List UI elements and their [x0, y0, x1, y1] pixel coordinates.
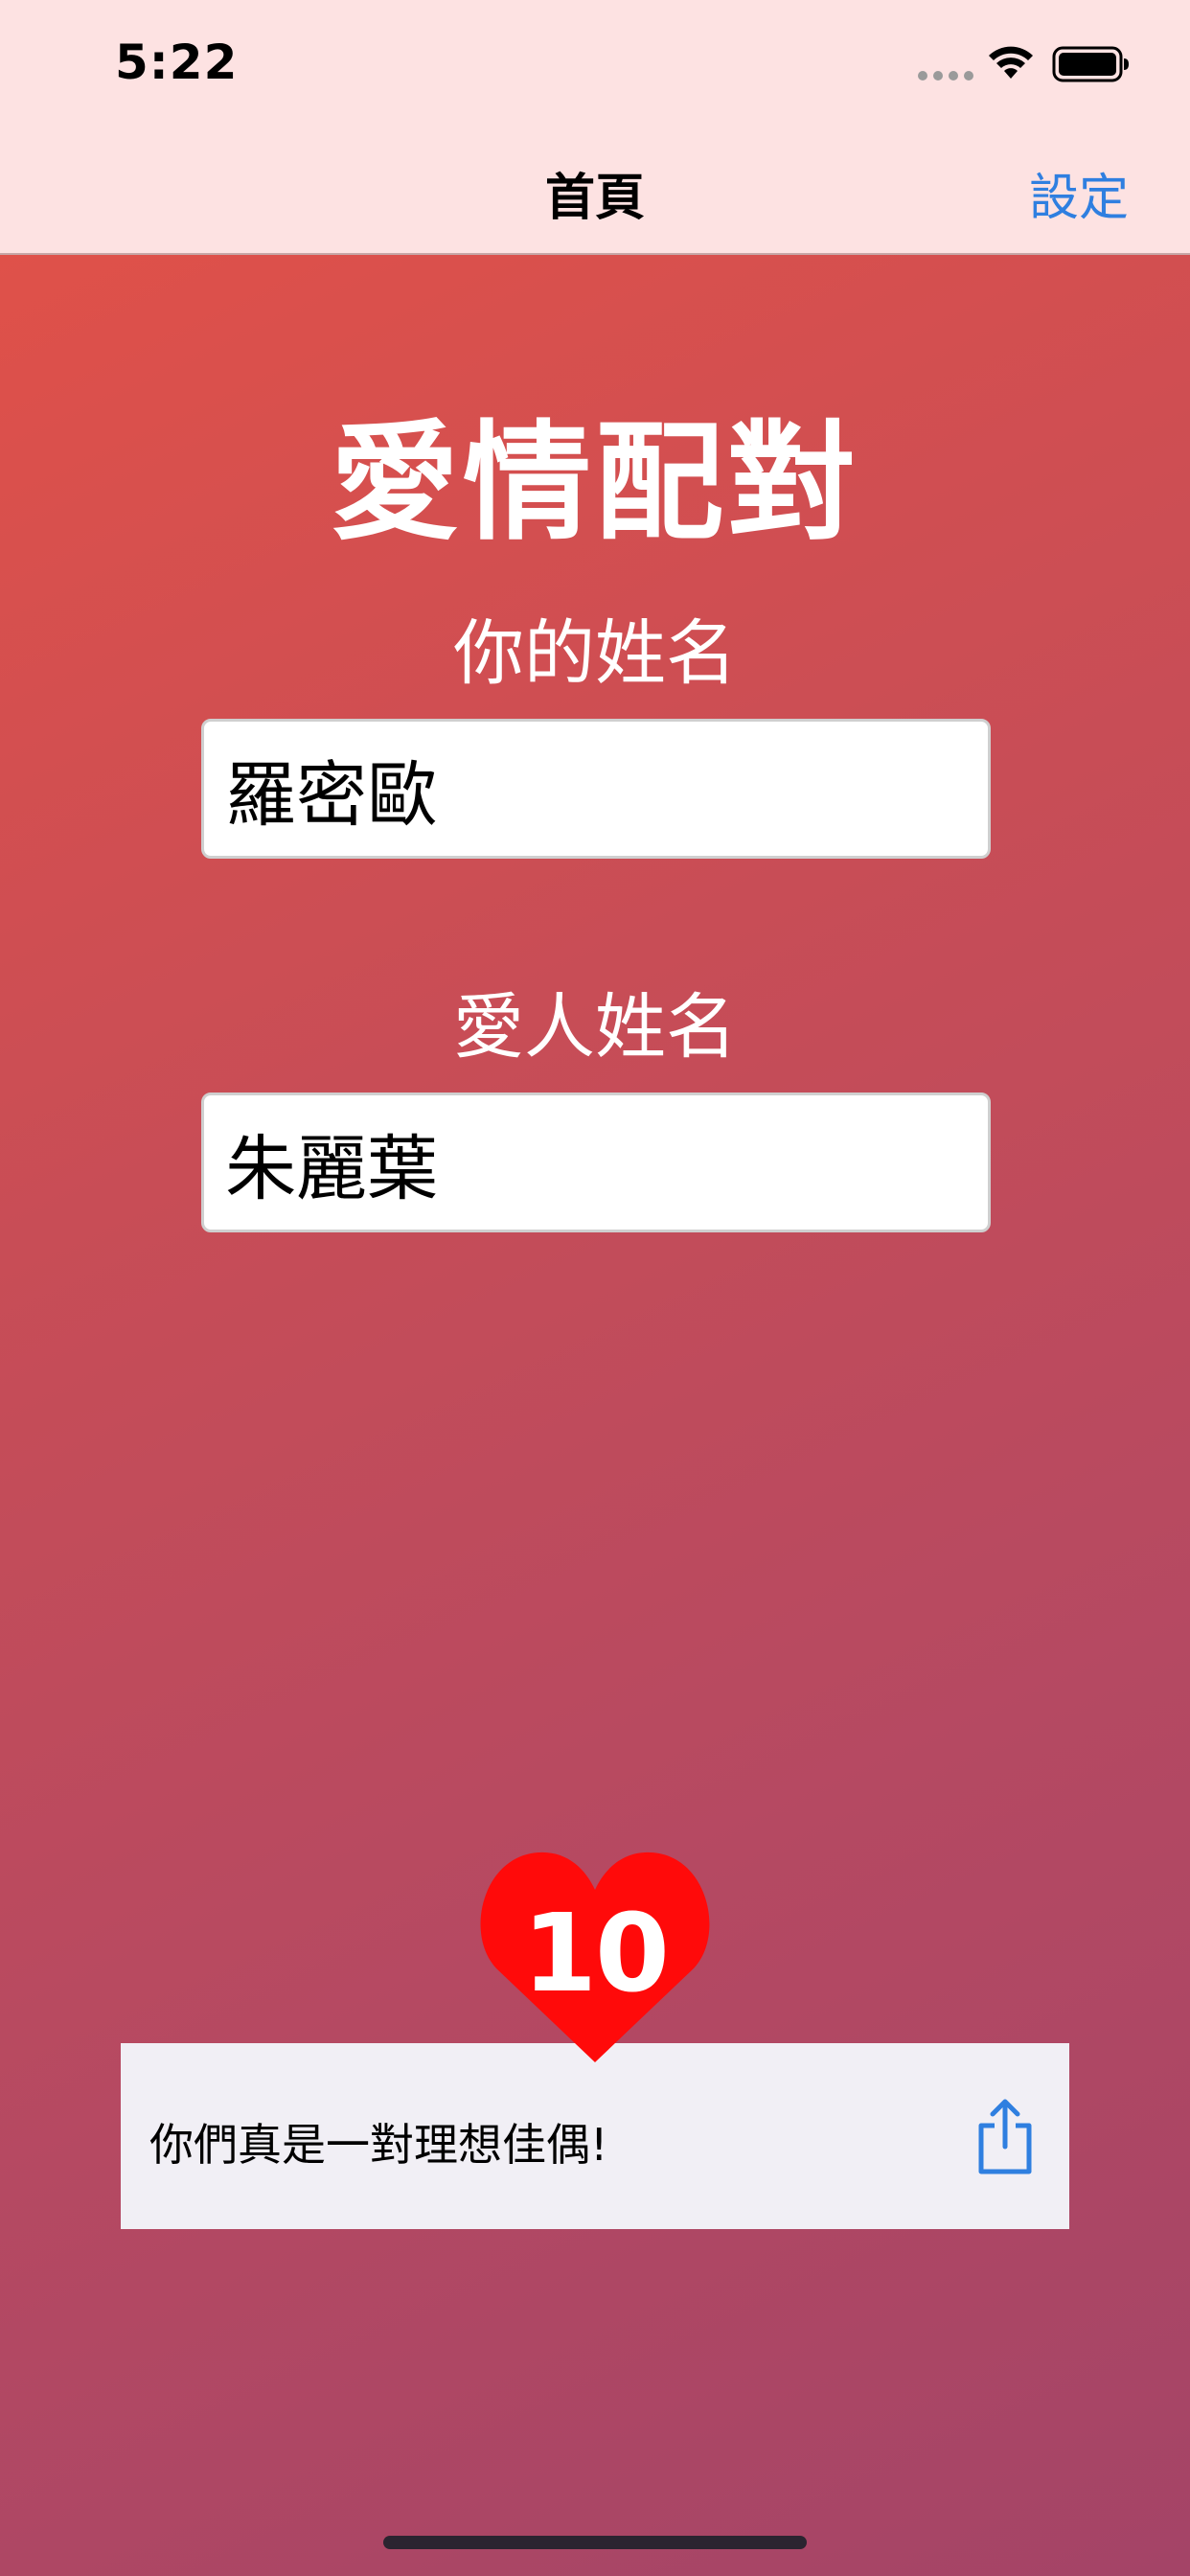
- wifi-icon: [989, 46, 1033, 79]
- lover-name-label: 愛人姓名: [453, 986, 737, 1069]
- status-time: 5:22: [115, 34, 239, 90]
- battery-icon: [1052, 46, 1129, 82]
- result-message: 你們真是一對理想佳偶!: [149, 2119, 608, 2171]
- share-icon[interactable]: [973, 2097, 1037, 2175]
- navigation-header: 5:22 首頁 設定: [0, 0, 1190, 255]
- lover-name-input[interactable]: [201, 1092, 991, 1232]
- love-match-screen: 5:22 首頁 設定 愛情配對 你的姓名 愛人姓名 你們真是一對理想佳偶!: [0, 0, 1190, 2576]
- your-name-label: 你的姓名: [453, 612, 737, 695]
- nav-title: 首頁: [544, 170, 645, 227]
- home-indicator[interactable]: [383, 2536, 807, 2549]
- your-name-input[interactable]: [201, 719, 991, 859]
- settings-button[interactable]: 設定: [1029, 157, 1129, 229]
- match-score: 10: [522, 1892, 670, 2016]
- result-panel: 你們真是一對理想佳偶!: [121, 2043, 1069, 2229]
- cellular-signal-icon: [918, 71, 973, 80]
- app-title: 愛情配對: [330, 408, 859, 558]
